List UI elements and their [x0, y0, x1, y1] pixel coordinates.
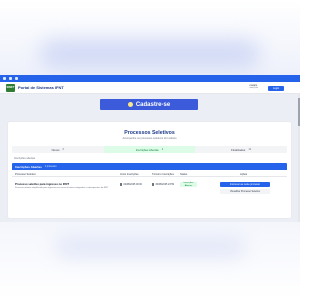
- process-name: Processo seletivo para ingresso no IFNT: [15, 182, 70, 186]
- tab-open[interactable]: Inscrições Abertas 1: [103, 146, 196, 153]
- app-header: SISIFT Portal de Sistemas IFNT usuário u…: [0, 82, 300, 94]
- selection-process-card: Processos Seletivos Acompanhe os process…: [8, 122, 291, 218]
- end-date-value: 30/08/2025 23:59: [155, 183, 175, 186]
- column-header-end: Término Inscrições: [152, 172, 174, 176]
- subscribe-button[interactable]: Inscrever-se neste processo: [220, 182, 270, 187]
- start-date-value: 02/08/2025 00:00: [123, 183, 143, 186]
- background-blur-shape: [55, 236, 245, 258]
- tab-new[interactable]: Novos 0: [12, 146, 104, 153]
- start-date: 02/08/2025 00:00: [120, 183, 142, 186]
- process-description: Processo seletivo simplificado para ingr…: [15, 186, 109, 189]
- section-count: 1 processo: [44, 165, 57, 168]
- tab-count: 0: [62, 148, 65, 151]
- section-title: Inscrições Abertas: [15, 164, 42, 169]
- filter-label: Inscrições abertas: [14, 157, 36, 160]
- forward-icon[interactable]: [9, 77, 12, 80]
- login-button[interactable]: Login: [268, 85, 284, 91]
- tab-label: Inscrições Abertas: [135, 147, 159, 152]
- status-tabs: Novos 0 Inscrições Abertas 1 Finalizados…: [12, 146, 287, 153]
- column-header-start: Início Inscrições: [120, 172, 139, 176]
- calendar-icon: [152, 183, 155, 186]
- tab-count: 12: [248, 148, 252, 151]
- user-plus-icon: [127, 102, 133, 107]
- app-window: SISIFT Portal de Sistemas IFNT usuário u…: [0, 82, 300, 222]
- reload-icon[interactable]: [15, 77, 18, 80]
- status-badge: Inscrições Abertas: [180, 182, 197, 187]
- register-banner[interactable]: Cadastre-se: [100, 99, 198, 110]
- back-icon[interactable]: [3, 77, 6, 80]
- column-header-process: Processo Seletivo: [15, 172, 36, 176]
- scrollbar-thumb[interactable]: [298, 98, 300, 126]
- card-title: Processos Seletivos: [124, 130, 175, 136]
- user-info[interactable]: usuário user@ifnt: [249, 84, 258, 90]
- register-label: Cadastre-se: [135, 101, 171, 108]
- end-date: 30/08/2025 23:59: [152, 183, 174, 186]
- app-title: Portal de Sistemas IFNT: [18, 85, 64, 90]
- background-bottom: [0, 222, 300, 300]
- user-email: user@ifnt: [249, 87, 258, 89]
- table-header: Processo Seletivo Início Inscrições Térm…: [12, 171, 287, 177]
- calendar-icon: [120, 183, 123, 186]
- background-blur-shape: [40, 40, 260, 68]
- column-header-actions: Ações: [240, 172, 248, 176]
- scrollbar[interactable]: [298, 94, 300, 222]
- tab-label: Novos: [51, 147, 60, 152]
- tab-count: 1: [161, 148, 164, 151]
- column-header-status: Status: [180, 172, 188, 176]
- tab-finished[interactable]: Finalizados 12: [195, 146, 287, 153]
- table-row: Processo seletivo para ingresso no IFNT …: [12, 179, 287, 209]
- app-logo[interactable]: SISIFT: [6, 83, 15, 92]
- view-process-button[interactable]: Visualizar Processo Seletivo: [220, 189, 270, 194]
- browser-toolbar: [0, 75, 300, 82]
- section-header: Inscrições Abertas 1 processo: [12, 163, 287, 170]
- card-subtitle: Acompanhe os processos seletivos do Inst…: [122, 137, 177, 140]
- tab-label: Finalizados: [231, 147, 246, 152]
